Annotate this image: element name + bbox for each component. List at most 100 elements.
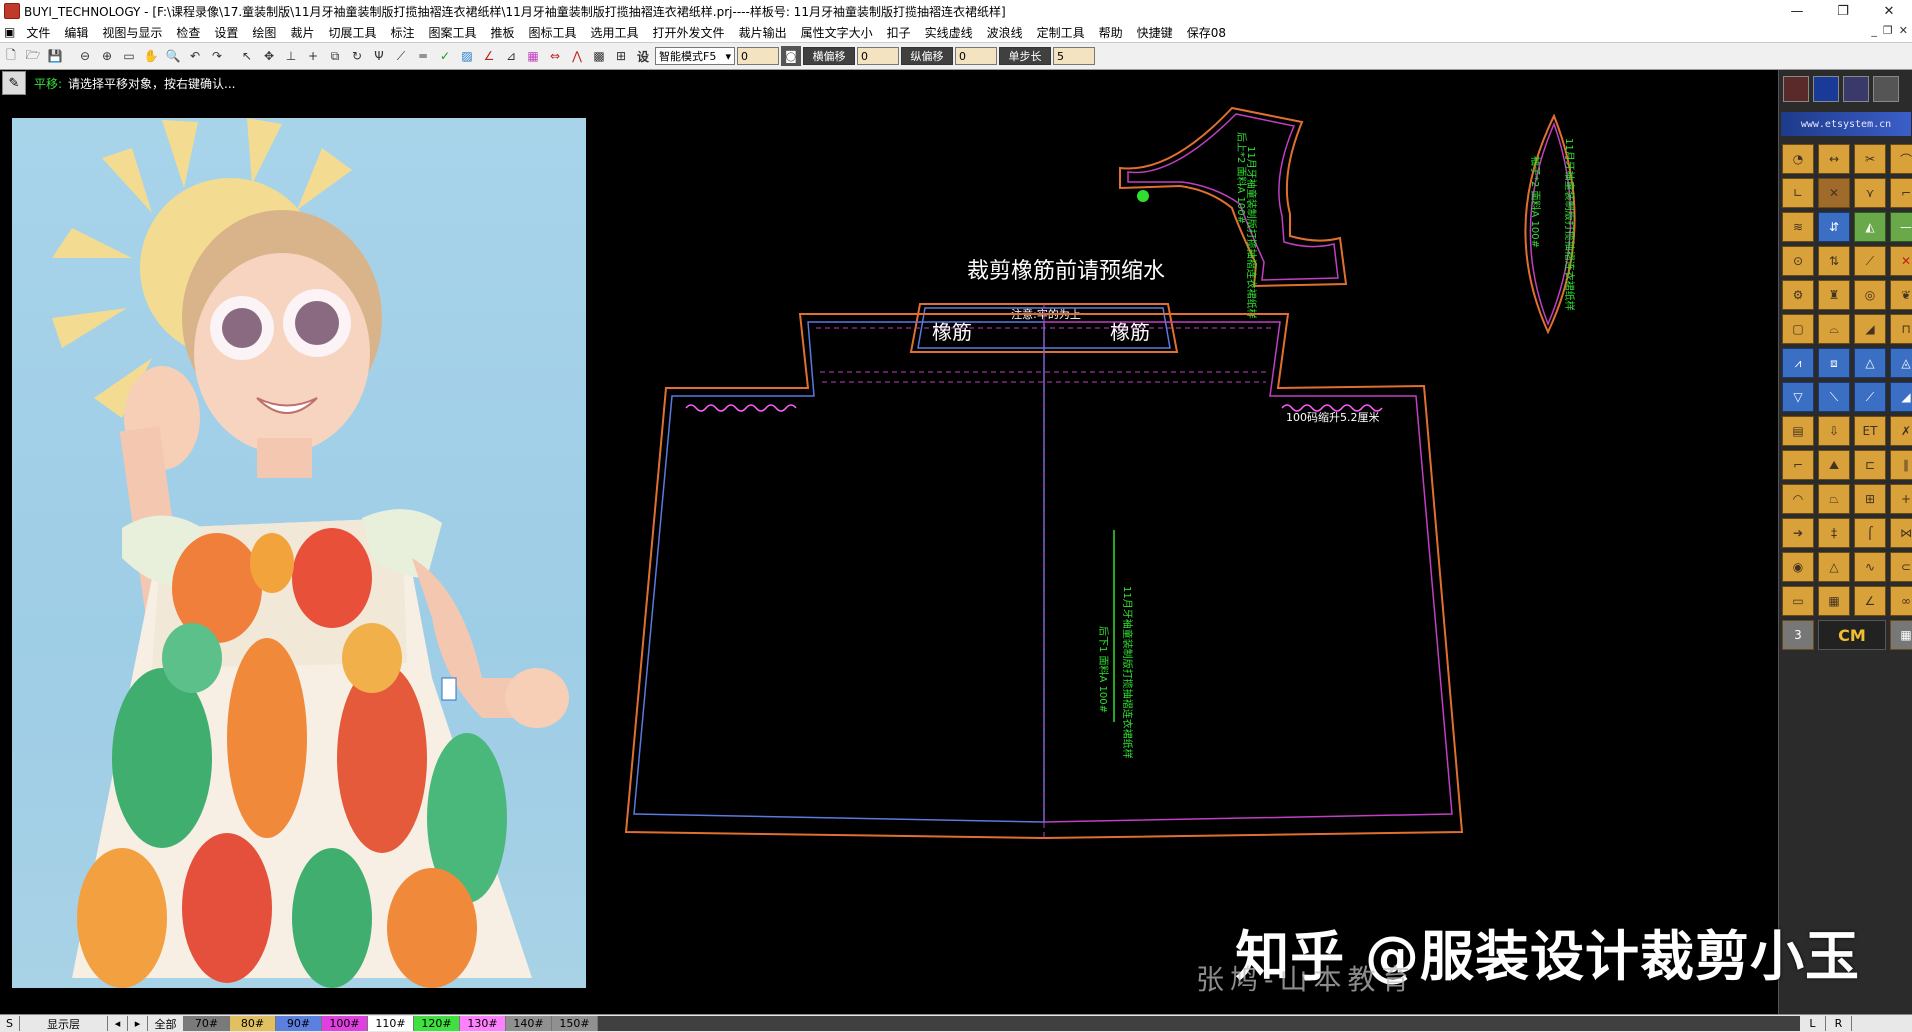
calculator-icon[interactable]: ▦ — [1890, 620, 1912, 650]
panel-icon-4[interactable] — [1873, 76, 1899, 102]
sewing-machine-icon[interactable]: ⚙ — [1782, 280, 1814, 310]
split-icon[interactable]: ✕ — [1818, 178, 1850, 208]
mdi-restore-button[interactable]: ❐ — [1883, 24, 1893, 37]
angle-arrow-icon[interactable]: ∠ — [1854, 586, 1886, 616]
all-sizes-button[interactable]: 全部 — [148, 1016, 184, 1031]
move-tool-icon[interactable]: ✎ — [2, 71, 26, 95]
mountain-icon[interactable]: ⛰ — [1818, 450, 1850, 480]
menu-buttons[interactable]: 扣子 — [880, 24, 918, 41]
grid-icon[interactable]: ⊞ — [1854, 484, 1886, 514]
mdi-close-button[interactable]: ✕ — [1899, 24, 1908, 37]
v-offset-input[interactable]: 0 — [955, 47, 997, 65]
triangle-outline-icon[interactable]: △ — [1818, 552, 1850, 582]
menu-wave-line[interactable]: 波浪线 — [980, 24, 1030, 41]
grain-icon[interactable]: ⇅ — [1818, 246, 1850, 276]
menu-slash-spread[interactable]: 切展工具 — [321, 24, 383, 41]
stitch-icon[interactable]: ⋀ — [567, 46, 587, 66]
zoom-in-icon[interactable]: ⊕ — [97, 46, 117, 66]
menu-open-external[interactable]: 打开外发文件 — [646, 24, 732, 41]
cup-icon[interactable]: ◠ — [1782, 484, 1814, 514]
lace-icon[interactable]: ❦ — [1890, 280, 1912, 310]
wave-icon[interactable]: ∿ — [1854, 552, 1886, 582]
scroll-left-icon[interactable]: ◂ — [108, 1016, 128, 1031]
line-tool-icon[interactable]: ⟋ — [391, 46, 411, 66]
menu-settings[interactable]: 设置 — [207, 24, 245, 41]
hook-icon[interactable]: ⊂ — [1890, 552, 1912, 582]
size-90-button[interactable]: 90# — [276, 1016, 322, 1031]
fit-screen-icon[interactable]: ▭ — [119, 46, 139, 66]
label-icon[interactable]: ▤ — [1782, 416, 1814, 446]
menu-pattern-tools[interactable]: 图案工具 — [421, 24, 483, 41]
green-line-icon[interactable]: — — [1890, 212, 1912, 242]
shell-icon[interactable]: ◭ — [1854, 212, 1886, 242]
close-button[interactable]: ✕ — [1866, 0, 1912, 22]
new-file-icon[interactable]: 🗋 — [1, 46, 21, 66]
size-120-button[interactable]: 120# — [414, 1016, 460, 1031]
corner-icon[interactable]: ∟ — [1782, 178, 1814, 208]
menu-icon-tools[interactable]: 图标工具 — [522, 24, 584, 41]
collar-icon[interactable]: ⌓ — [1818, 314, 1850, 344]
crosshair-icon[interactable]: + — [303, 46, 323, 66]
size-70-button[interactable]: 70# — [184, 1016, 230, 1031]
left-button[interactable]: L — [1800, 1016, 1826, 1031]
fold-icon[interactable]: ⇵ — [1818, 212, 1850, 242]
redo-icon[interactable]: ↷ — [207, 46, 227, 66]
menu-save08[interactable]: 保存08 — [1180, 24, 1233, 41]
et-icon[interactable]: ET — [1854, 416, 1886, 446]
move-icon[interactable]: ✥ — [259, 46, 279, 66]
menu-draw[interactable]: 绘图 — [245, 24, 283, 41]
wedge-icon[interactable]: ◬ — [1890, 348, 1912, 378]
panel-icon-2[interactable] — [1813, 76, 1839, 102]
menu-help[interactable]: 帮助 — [1092, 24, 1130, 41]
size-150-button[interactable]: 150# — [552, 1016, 598, 1031]
open-folder-icon[interactable]: 🗁 — [23, 46, 43, 66]
double-line-icon[interactable]: ═ — [413, 46, 433, 66]
hatch-icon[interactable]: ▨ — [457, 46, 477, 66]
mode-select[interactable]: 智能模式F5 ▾ — [655, 47, 735, 65]
save-icon[interactable]: 💾 — [45, 46, 65, 66]
lock-icon[interactable]: ◙ — [781, 46, 801, 66]
menu-annotate[interactable]: 标注 — [383, 24, 421, 41]
dimension-icon[interactable]: ↔ — [1818, 144, 1850, 174]
table-icon[interactable]: ▦ — [1818, 586, 1850, 616]
download-icon[interactable]: ⇩ — [1818, 416, 1850, 446]
menu-edit[interactable]: 编辑 — [57, 24, 95, 41]
select-arrow-icon[interactable]: ↖ — [237, 46, 257, 66]
split-line-icon[interactable]: ‡ — [1818, 518, 1850, 548]
scissors-icon[interactable]: ✂ — [1854, 144, 1886, 174]
diagonal-icon[interactable]: ⟍ — [1818, 382, 1850, 412]
menu-pieces[interactable]: 裁片 — [283, 24, 321, 41]
mirror-icon[interactable]: ⇔ — [545, 46, 565, 66]
minimize-button[interactable]: — — [1774, 0, 1820, 22]
rotate-icon[interactable]: ↻ — [347, 46, 367, 66]
menu-file[interactable]: 文件 — [19, 24, 57, 41]
size-80-button[interactable]: 80# — [230, 1016, 276, 1031]
menu-doc-icon[interactable]: ▣ — [0, 25, 19, 39]
back-skirt-piece[interactable] — [624, 312, 1464, 840]
triangle-icon[interactable]: △ — [1854, 348, 1886, 378]
spiral-icon[interactable]: ◎ — [1854, 280, 1886, 310]
pattern-tool-icon[interactable]: ⧉ — [325, 46, 345, 66]
menu-select-tools[interactable]: 选用工具 — [584, 24, 646, 41]
menu-piece-output[interactable]: 裁片输出 — [732, 24, 794, 41]
point-icon[interactable]: ◉ — [1782, 552, 1814, 582]
arrow-right-icon[interactable]: ➔ — [1782, 518, 1814, 548]
zoom-out-icon[interactable]: ⊖ — [75, 46, 95, 66]
angle-tool-icon[interactable]: ∠ — [479, 46, 499, 66]
right-button[interactable]: R — [1826, 1016, 1852, 1031]
cut-x-icon[interactable]: ✗ — [1890, 416, 1912, 446]
size-130-button[interactable]: 130# — [460, 1016, 506, 1031]
h-offset-input[interactable]: 0 — [857, 47, 899, 65]
value-input[interactable]: 0 — [737, 47, 779, 65]
zigzag-icon[interactable]: ⋈ — [1890, 518, 1912, 548]
zoom-window-icon[interactable]: 🔍 — [163, 46, 183, 66]
grid-image-icon[interactable]: ▩ — [589, 46, 609, 66]
size-110-button[interactable]: 110# — [368, 1016, 414, 1031]
drill-hole-icon[interactable]: ⊙ — [1782, 246, 1814, 276]
fork-tool-icon[interactable]: Ψ — [369, 46, 389, 66]
menu-line-style[interactable]: 实线虚线 — [918, 24, 980, 41]
bar-icon[interactable]: ∥ — [1890, 450, 1912, 480]
mdi-minimize-button[interactable]: _ — [1871, 24, 1877, 37]
pan-hand-icon[interactable]: ✋ — [141, 46, 161, 66]
flap-icon[interactable]: ⌐ — [1782, 450, 1814, 480]
